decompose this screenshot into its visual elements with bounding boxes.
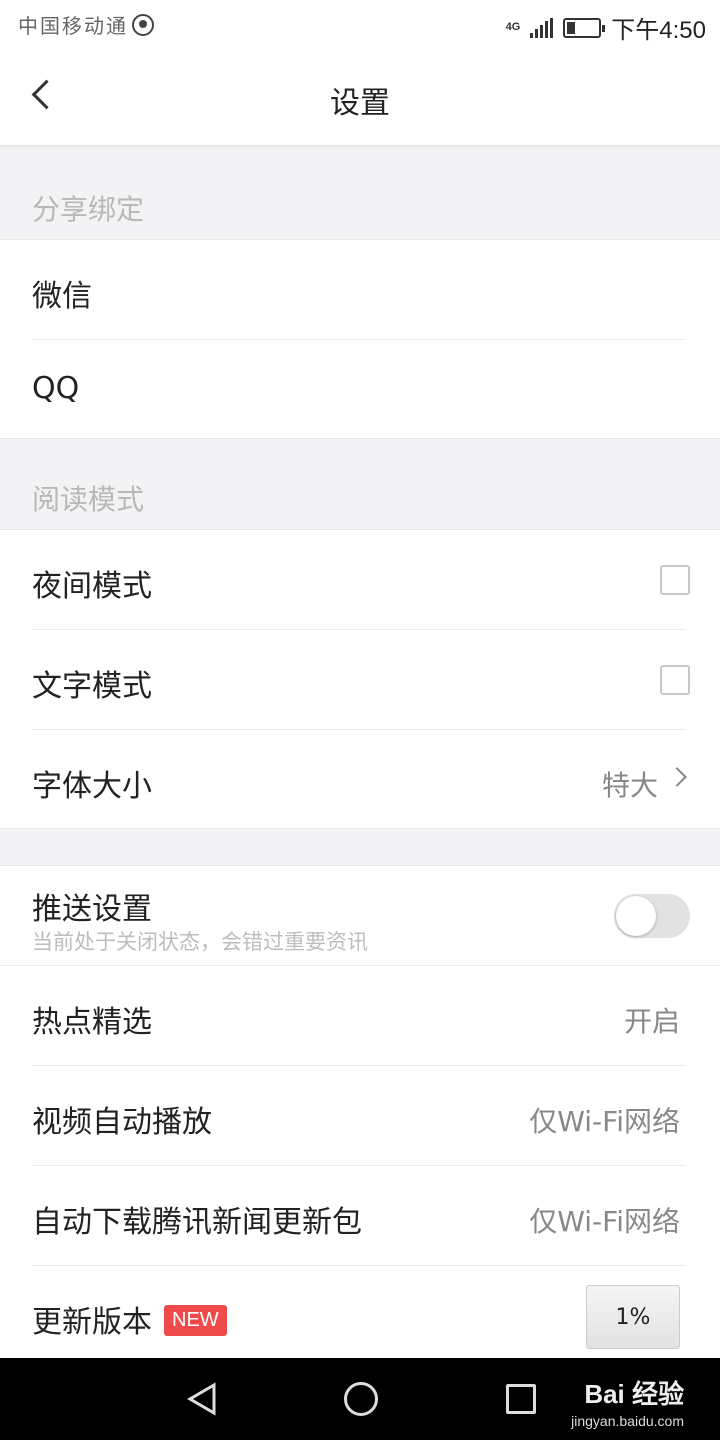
status-bar: 中国移动通 4G 下午4:50 <box>0 0 720 48</box>
row-label: 夜间模式 <box>32 569 152 604</box>
row-label: 自动下载腾讯新闻更新包 <box>32 1205 362 1240</box>
notification-icon <box>132 13 154 36</box>
title-bar: 设置 <box>0 48 720 146</box>
general-group: 推送设置 当前处于关闭状态，会错过重要资讯 热点精选 开启 视频自动播放 仅Wi… <box>0 865 720 1360</box>
share-group: 微信 QQ <box>0 239 720 439</box>
section-label-share: 分享绑定 <box>32 193 145 226</box>
text-mode-checkbox[interactable] <box>660 665 690 695</box>
row-label: QQ <box>32 371 80 406</box>
update-progress-button[interactable]: 1% <box>586 1285 680 1349</box>
row-wechat[interactable]: 微信 <box>0 240 720 340</box>
row-value: 仅Wi-Fi网络 <box>529 1205 680 1238</box>
row-qq[interactable]: QQ <box>0 340 720 440</box>
watermark-brand: Bai 经验 <box>584 1379 684 1409</box>
page-title: 设置 <box>330 86 390 121</box>
row-push-settings[interactable]: 推送设置 当前处于关闭状态，会错过重要资讯 <box>0 866 720 966</box>
watermark-site: jingyan.baidu.com <box>571 1413 684 1429</box>
navigation-bar: Bai 经验 jingyan.baidu.com <box>0 1358 720 1440</box>
row-font-size[interactable]: 字体大小 特大 <box>0 730 720 830</box>
push-toggle[interactable] <box>614 894 690 938</box>
nav-home-icon[interactable] <box>344 1382 378 1416</box>
toggle-knob <box>616 896 656 936</box>
night-mode-checkbox[interactable] <box>660 565 690 595</box>
battery-icon <box>563 17 606 38</box>
row-label: 推送设置 <box>32 892 152 927</box>
nav-recents-icon[interactable] <box>506 1384 536 1414</box>
row-label: 视频自动播放 <box>32 1105 212 1140</box>
nav-back-icon[interactable] <box>186 1382 218 1416</box>
watermark: Bai 经验 jingyan.baidu.com <box>571 1374 684 1429</box>
row-update-version[interactable]: 更新版本 NEW 1% <box>0 1266 720 1366</box>
font-size-value: 特大 <box>601 769 658 802</box>
new-badge: NEW <box>164 1305 227 1336</box>
row-text-mode[interactable]: 文字模式 <box>0 630 720 730</box>
row-night-mode[interactable]: 夜间模式 <box>0 530 720 630</box>
section-label-reading: 阅读模式 <box>32 483 145 516</box>
reading-group: 夜间模式 文字模式 字体大小 特大 <box>0 529 720 829</box>
status-left: 中国移动通 <box>18 10 154 39</box>
row-auto-download[interactable]: 自动下载腾讯新闻更新包 仅Wi-Fi网络 <box>0 1166 720 1266</box>
row-video-autoplay[interactable]: 视频自动播放 仅Wi-Fi网络 <box>0 1066 720 1166</box>
network-type: 4G <box>505 21 521 33</box>
row-label: 文字模式 <box>32 669 152 704</box>
update-label: 更新版本 <box>32 1305 152 1340</box>
row-value: 开启 <box>623 1005 680 1038</box>
row-label: 热点精选 <box>32 1005 152 1040</box>
carrier-text: 中国移动通 <box>18 14 128 38</box>
signal-icon <box>530 17 554 38</box>
row-label: 微信 <box>32 279 92 314</box>
status-right: 4G 下午4:50 <box>506 10 706 45</box>
row-label: 字体大小 <box>32 769 152 804</box>
row-label: 更新版本 NEW <box>32 1297 227 1341</box>
clock: 下午4:50 <box>611 17 706 44</box>
row-hot-picks[interactable]: 热点精选 开启 <box>0 966 720 1066</box>
row-value: 仅Wi-Fi网络 <box>529 1105 680 1138</box>
chevron-right-icon <box>667 767 687 787</box>
push-subtitle: 当前处于关闭状态，会错过重要资讯 <box>32 930 368 954</box>
